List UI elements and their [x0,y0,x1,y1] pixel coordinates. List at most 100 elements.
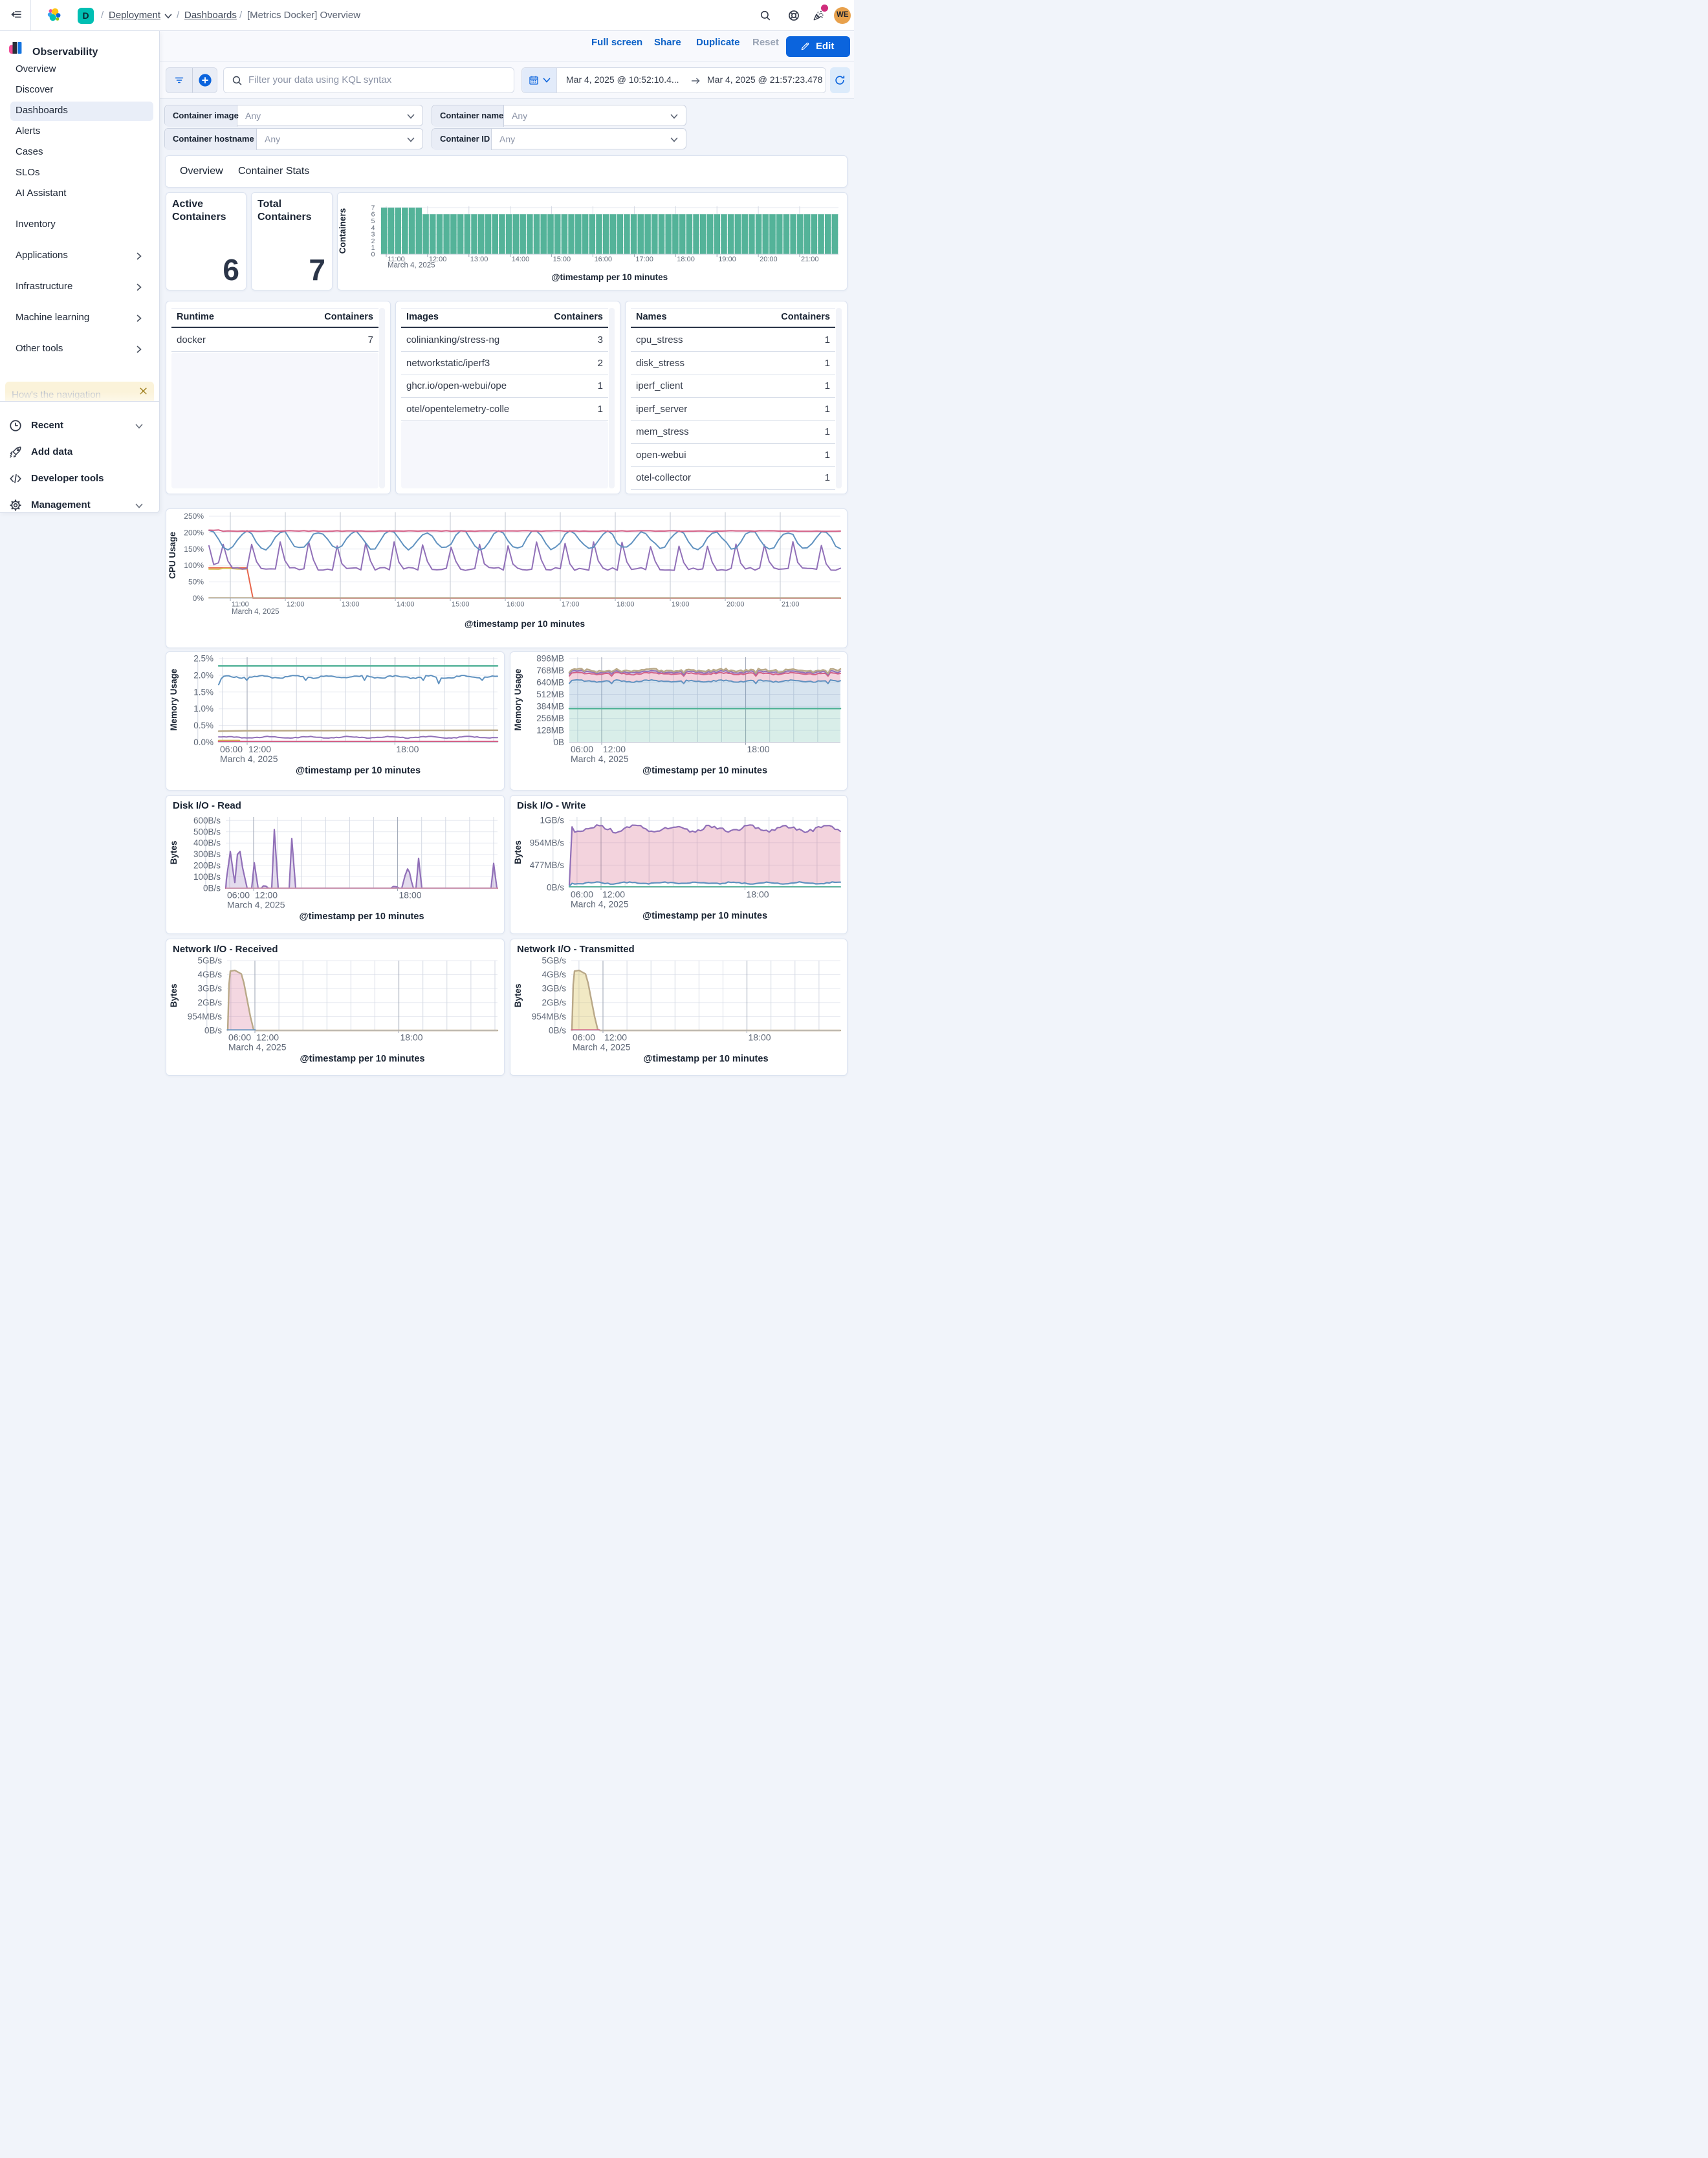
svg-text:@timestamp per 10 minutes: @timestamp per 10 minutes [299,911,424,922]
svg-text:6: 6 [371,211,375,219]
svg-text:250%: 250% [184,512,204,521]
svg-text:477MB/s: 477MB/s [530,860,565,870]
svg-text:Memory Usage: Memory Usage [513,668,523,731]
svg-text:0B/s: 0B/s [204,1026,222,1036]
svg-text:Disk I/O - Read: Disk I/O - Read [173,800,241,811]
svg-text:CPU Usage: CPU Usage [168,532,177,579]
svg-text:2.0%: 2.0% [193,670,214,680]
svg-text:17:00: 17:00 [635,256,653,263]
svg-text:16:00: 16:00 [595,256,613,263]
svg-text:4GB/s: 4GB/s [197,970,222,979]
svg-text:Bytes: Bytes [169,984,179,1008]
svg-text:13:00: 13:00 [470,256,488,263]
svg-text:1GB/s: 1GB/s [540,816,564,825]
svg-text:128MB: 128MB [536,726,564,736]
svg-text:954MB/s: 954MB/s [532,1012,567,1021]
svg-text:Containers: Containers [338,208,347,254]
svg-text:Disk I/O - Write: Disk I/O - Write [517,800,586,811]
svg-text:18:00: 18:00 [677,256,695,263]
svg-text:50%: 50% [188,578,204,587]
svg-text:7: 7 [371,204,375,212]
svg-text:18:00: 18:00 [396,744,419,754]
svg-text:200B/s: 200B/s [193,861,221,871]
svg-text:2GB/s: 2GB/s [197,997,222,1007]
svg-text:11:00: 11:00 [232,601,249,609]
svg-text:4GB/s: 4GB/s [542,970,566,979]
svg-text:0.0%: 0.0% [193,737,214,747]
svg-text:2: 2 [371,237,375,245]
svg-text:954MB/s: 954MB/s [530,838,565,847]
svg-text:20:00: 20:00 [727,601,745,609]
svg-text:21:00: 21:00 [782,601,800,609]
svg-text:@timestamp per 10 minutes: @timestamp per 10 minutes [296,766,421,776]
svg-text:Bytes: Bytes [513,984,523,1008]
svg-text:0.5%: 0.5% [193,721,214,730]
svg-text:12:00: 12:00 [604,1032,627,1043]
svg-text:0%: 0% [193,594,204,603]
svg-text:100%: 100% [184,561,204,570]
svg-text:March 4, 2025: March 4, 2025 [571,899,629,910]
svg-text:March 4, 2025: March 4, 2025 [220,754,278,764]
svg-text:Network I/O - Transmitted: Network I/O - Transmitted [517,944,635,955]
svg-text:150%: 150% [184,545,204,554]
svg-text:Network I/O - Received: Network I/O - Received [173,944,278,955]
svg-text:896MB: 896MB [536,654,564,664]
svg-text:@timestamp per 10 minutes: @timestamp per 10 minutes [643,1054,768,1064]
svg-text:5GB/s: 5GB/s [542,956,566,966]
svg-text:0B/s: 0B/s [549,1026,566,1036]
svg-text:19:00: 19:00 [672,601,690,609]
svg-text:400B/s: 400B/s [193,838,221,848]
svg-text:@timestamp per 10 minutes: @timestamp per 10 minutes [465,618,586,629]
svg-text:16:00: 16:00 [507,601,525,609]
svg-text:06:00: 06:00 [571,889,593,900]
svg-text:18:00: 18:00 [399,890,422,900]
svg-text:300B/s: 300B/s [193,849,221,859]
svg-text:0B/s: 0B/s [203,884,221,893]
svg-text:March 4, 2025: March 4, 2025 [232,608,279,616]
svg-text:06:00: 06:00 [573,1032,595,1043]
svg-text:March 4, 2025: March 4, 2025 [227,900,285,910]
svg-text:200%: 200% [184,528,204,537]
svg-text:March 4, 2025: March 4, 2025 [571,754,629,764]
svg-text:21:00: 21:00 [801,256,819,263]
svg-text:Bytes: Bytes [169,841,179,865]
svg-text:4: 4 [371,224,375,232]
svg-text:0: 0 [371,251,375,259]
svg-text:2GB/s: 2GB/s [542,997,566,1007]
svg-text:954MB/s: 954MB/s [188,1012,223,1021]
svg-text:0B: 0B [553,737,564,747]
svg-text:18:00: 18:00 [617,601,635,609]
svg-text:15:00: 15:00 [452,601,470,609]
svg-text:15:00: 15:00 [553,256,571,263]
svg-text:19:00: 19:00 [718,256,736,263]
svg-text:640MB: 640MB [536,678,564,688]
svg-text:12:00: 12:00 [287,601,305,609]
svg-text:Memory Usage: Memory Usage [169,668,179,731]
svg-text:@timestamp per 10 minutes: @timestamp per 10 minutes [642,766,767,776]
svg-text:06:00: 06:00 [227,890,250,900]
svg-text:256MB: 256MB [536,714,564,723]
svg-text:3GB/s: 3GB/s [197,984,222,994]
svg-text:1: 1 [371,244,375,252]
svg-text:768MB: 768MB [536,666,564,675]
svg-text:@timestamp per 10 minutes: @timestamp per 10 minutes [642,911,767,921]
svg-text:12:00: 12:00 [603,744,626,754]
svg-text:384MB: 384MB [536,702,564,712]
svg-text:100B/s: 100B/s [193,872,221,882]
svg-text:0B/s: 0B/s [547,883,564,893]
svg-text:06:00: 06:00 [220,744,243,754]
svg-text:512MB: 512MB [536,690,564,699]
svg-text:18:00: 18:00 [747,744,770,754]
svg-text:13:00: 13:00 [342,601,360,609]
svg-text:18:00: 18:00 [747,889,769,900]
svg-text:06:00: 06:00 [228,1032,251,1043]
svg-text:1.0%: 1.0% [193,704,214,714]
svg-text:March 4, 2025: March 4, 2025 [573,1042,631,1052]
svg-text:5GB/s: 5GB/s [197,956,222,966]
svg-text:06:00: 06:00 [571,744,593,754]
svg-text:2.5%: 2.5% [193,654,214,664]
svg-text:@timestamp per 10 minutes: @timestamp per 10 minutes [551,272,668,282]
svg-text:3: 3 [371,231,375,239]
svg-text:12:00: 12:00 [255,890,278,900]
svg-text:20:00: 20:00 [760,256,778,263]
